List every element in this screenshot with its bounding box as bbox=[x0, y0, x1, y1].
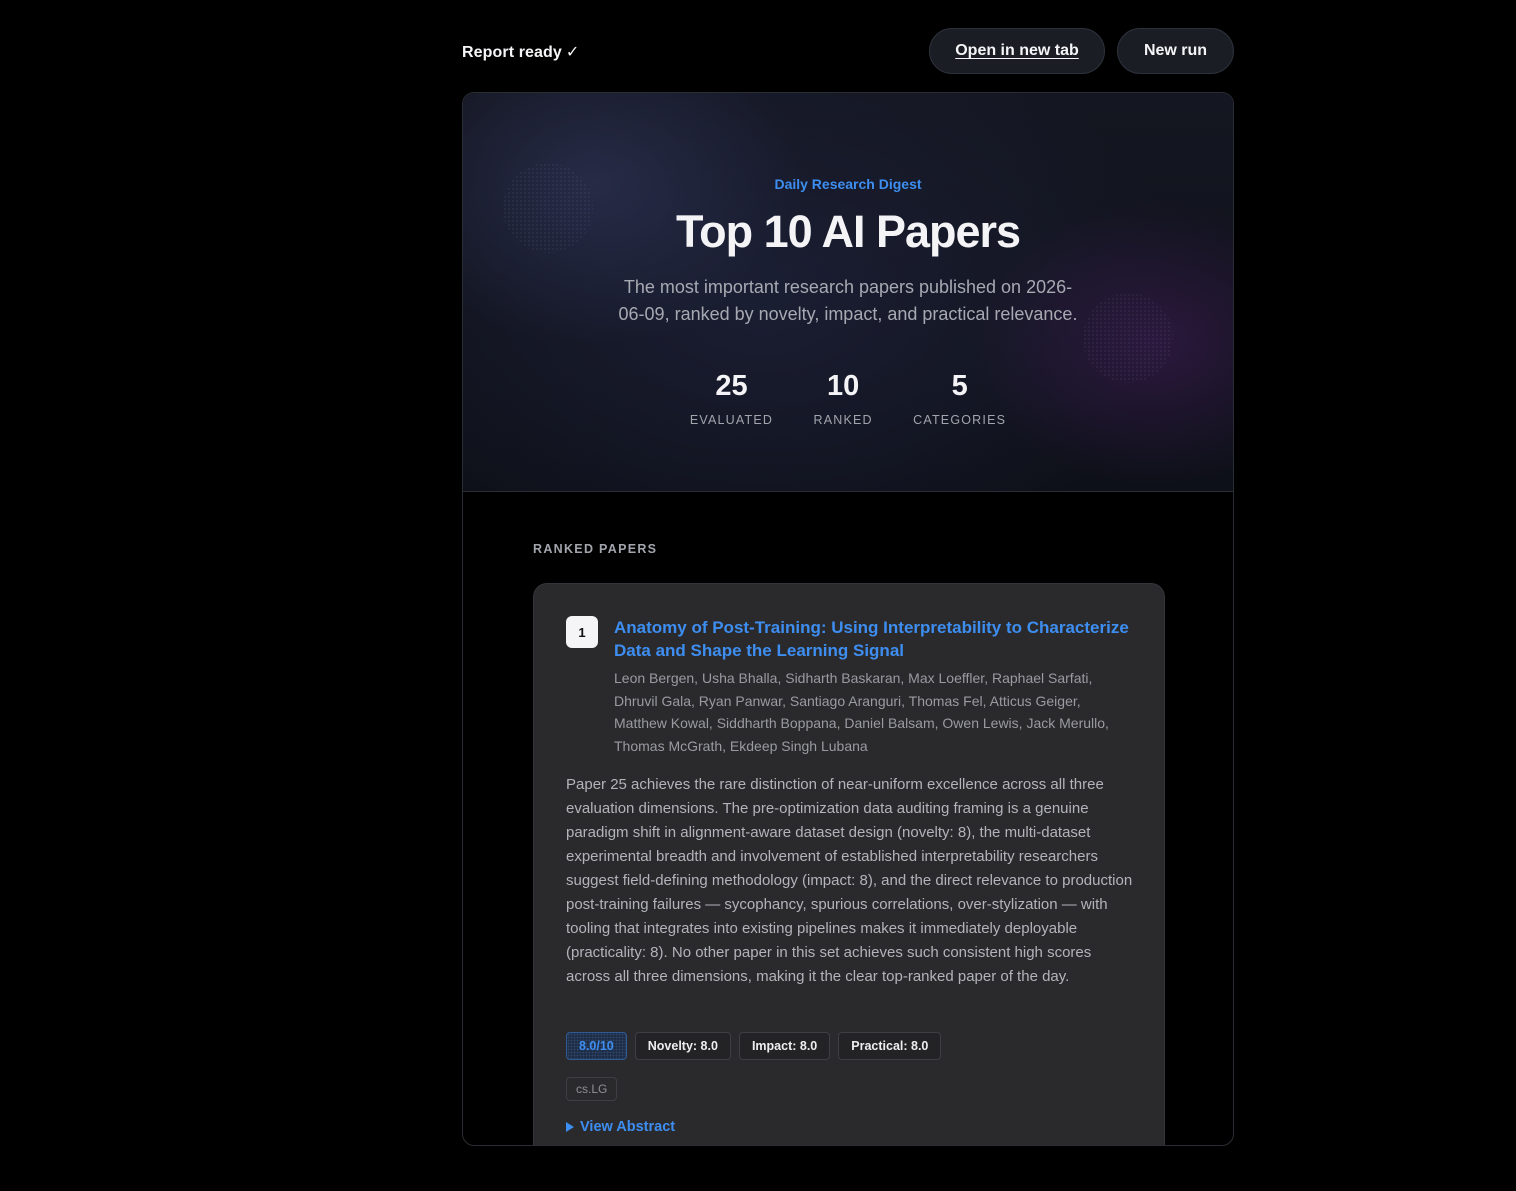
overall-score-badge: 8.0/10 bbox=[566, 1032, 627, 1060]
stat-label: RANKED bbox=[813, 413, 873, 427]
stat-label: CATEGORIES bbox=[913, 413, 1007, 427]
rank-badge: 1 bbox=[566, 616, 598, 648]
hero-subtitle: The most important research papers publi… bbox=[618, 277, 1078, 324]
hero-eyebrow: Daily Research Digest bbox=[774, 176, 922, 192]
stat-label: EVALUATED bbox=[689, 413, 774, 427]
stat-ranked: 10 RANKED bbox=[805, 369, 881, 427]
stat-categories: 5 CATEGORIES bbox=[913, 369, 1006, 427]
paper-card: 1 Anatomy of Post-Training: Using Interp… bbox=[533, 583, 1165, 1145]
stat-value: 10 bbox=[826, 370, 860, 402]
report-status: Report ready ✓ bbox=[462, 42, 579, 62]
impact-score-badge: Impact: 8.0 bbox=[738, 1032, 831, 1060]
novelty-score-badge: Novelty: 8.0 bbox=[634, 1032, 731, 1060]
score-chips: 8.0/10 Novelty: 8.0 Impact: 8.0 Practica… bbox=[566, 1032, 942, 1060]
new-run-button[interactable]: New run bbox=[1117, 28, 1234, 74]
check-icon: ✓ bbox=[565, 44, 580, 61]
view-abstract-toggle[interactable]: View Abstract bbox=[566, 1119, 675, 1135]
stat-value: 25 bbox=[715, 370, 748, 402]
section-label-ranked-papers: RANKED PAPERS bbox=[533, 542, 658, 556]
view-abstract-label: View Abstract bbox=[580, 1119, 676, 1135]
paper-summary: Paper 25 achieves the rare distinction o… bbox=[566, 776, 1133, 985]
page-title: Top 10 AI Papers bbox=[675, 206, 1021, 257]
practical-score-badge: Practical: 8.0 bbox=[838, 1032, 942, 1060]
open-in-new-tab-button[interactable]: Open in new tab bbox=[929, 28, 1105, 74]
report-status-text: Report ready bbox=[462, 44, 562, 61]
top-bar: Report ready ✓ Open in new tab New run bbox=[462, 28, 1234, 76]
report-frame[interactable]: Daily Research Digest Top 10 AI Papers T… bbox=[462, 92, 1234, 1146]
disclosure-triangle-icon bbox=[566, 1122, 574, 1132]
report-hero: Daily Research Digest Top 10 AI Papers T… bbox=[463, 93, 1233, 492]
stat-evaluated: 25 EVALUATED bbox=[690, 369, 773, 427]
paper-title-link[interactable]: Anatomy of Post-Training: Using Interpre… bbox=[614, 616, 1134, 662]
paper-authors: Leon Bergen, Usha Bhalla, Sidharth Baska… bbox=[614, 670, 1109, 754]
category-tag: cs.LG bbox=[566, 1077, 618, 1101]
stat-value: 5 bbox=[951, 370, 968, 402]
stats-row: 25 EVALUATED 10 RANKED 5 CATEGORIES bbox=[463, 369, 1233, 427]
